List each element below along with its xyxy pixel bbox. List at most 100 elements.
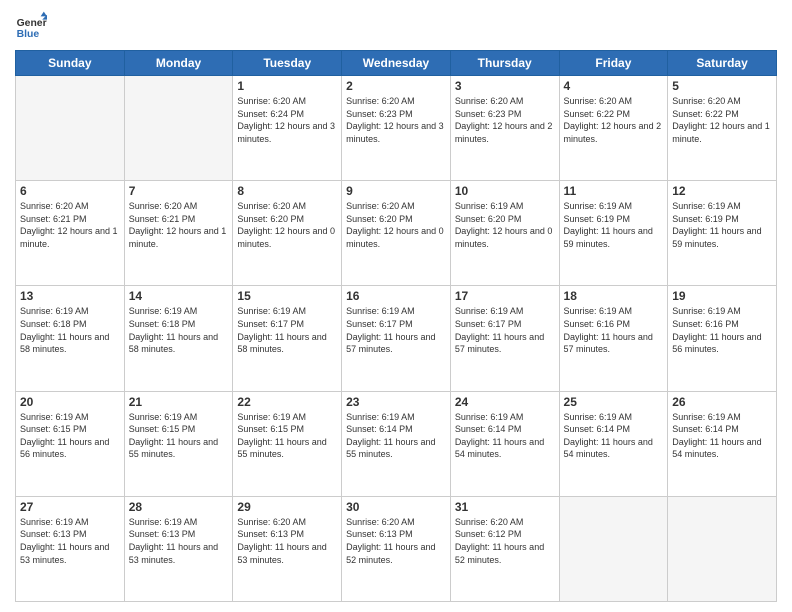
cell-sun-info: Sunrise: 6:19 AMSunset: 6:15 PMDaylight:… [20,411,120,461]
day-number: 11 [564,184,664,198]
day-number: 5 [672,79,772,93]
calendar-cell: 9 Sunrise: 6:20 AMSunset: 6:20 PMDaylight… [342,181,451,286]
calendar-cell: 20 Sunrise: 6:19 AMSunset: 6:15 PMDayligh… [16,391,125,496]
day-header-thursday: Thursday [450,51,559,76]
calendar-cell: 23 Sunrise: 6:19 AMSunset: 6:14 PMDayligh… [342,391,451,496]
cell-sun-info: Sunrise: 6:19 AMSunset: 6:15 PMDaylight:… [237,411,337,461]
day-header-friday: Friday [559,51,668,76]
day-number: 17 [455,289,555,303]
cell-sun-info: Sunrise: 6:20 AMSunset: 6:22 PMDaylight:… [672,95,772,145]
day-number: 1 [237,79,337,93]
calendar-cell: 4 Sunrise: 6:20 AMSunset: 6:22 PMDaylight… [559,76,668,181]
cell-sun-info: Sunrise: 6:19 AMSunset: 6:19 PMDaylight:… [564,200,664,250]
day-number: 7 [129,184,229,198]
day-header-monday: Monday [124,51,233,76]
calendar-cell: 8 Sunrise: 6:20 AMSunset: 6:20 PMDaylight… [233,181,342,286]
day-number: 23 [346,395,446,409]
calendar-week-row: 6Sunrise: 6:20 AMSunset: 6:21 PMDaylight… [16,181,777,286]
calendar-cell: 30 Sunrise: 6:20 AMSunset: 6:13 PMDayligh… [342,496,451,601]
calendar-cell: 21 Sunrise: 6:19 AMSunset: 6:15 PMDayligh… [124,391,233,496]
day-number: 21 [129,395,229,409]
calendar-cell: 29 Sunrise: 6:20 AMSunset: 6:13 PMDayligh… [233,496,342,601]
day-number: 16 [346,289,446,303]
calendar-table: SundayMondayTuesdayWednesdayThursdayFrid… [15,50,777,602]
cell-sun-info: Sunrise: 6:19 AMSunset: 6:14 PMDaylight:… [346,411,446,461]
calendar-cell: 19Sunrise: 6:19 AMSunset: 6:16 PMDayligh… [668,286,777,391]
cell-sun-info: Sunrise: 6:19 AMSunset: 6:17 PMDaylight:… [346,305,446,355]
cell-sun-info: Sunrise: 6:19 AMSunset: 6:17 PMDaylight:… [237,305,337,355]
cell-sun-info: Sunrise: 6:20 AMSunset: 6:13 PMDaylight:… [237,516,337,566]
calendar-cell [559,496,668,601]
day-number: 30 [346,500,446,514]
cell-sun-info: Sunrise: 6:20 AMSunset: 6:22 PMDaylight:… [564,95,664,145]
cell-sun-info: Sunrise: 6:19 AMSunset: 6:14 PMDaylight:… [672,411,772,461]
cell-sun-info: Sunrise: 6:19 AMSunset: 6:19 PMDaylight:… [672,200,772,250]
calendar-cell: 28Sunrise: 6:19 AMSunset: 6:13 PMDayligh… [124,496,233,601]
cell-sun-info: Sunrise: 6:20 AMSunset: 6:23 PMDaylight:… [455,95,555,145]
day-number: 3 [455,79,555,93]
cell-sun-info: Sunrise: 6:19 AMSunset: 6:18 PMDaylight:… [20,305,120,355]
day-number: 12 [672,184,772,198]
logo-icon: General Blue [15,10,47,42]
day-number: 24 [455,395,555,409]
svg-text:Blue: Blue [17,29,40,40]
calendar-cell [668,496,777,601]
day-number: 18 [564,289,664,303]
calendar-cell: 5 Sunrise: 6:20 AMSunset: 6:22 PMDaylight… [668,76,777,181]
day-number: 25 [564,395,664,409]
header: General Blue [15,10,777,42]
day-header-sunday: Sunday [16,51,125,76]
calendar-cell: 3 Sunrise: 6:20 AMSunset: 6:23 PMDaylight… [450,76,559,181]
cell-sun-info: Sunrise: 6:19 AMSunset: 6:20 PMDaylight:… [455,200,555,250]
cell-sun-info: Sunrise: 6:19 AMSunset: 6:16 PMDaylight:… [564,305,664,355]
svg-text:General: General [17,18,47,29]
day-header-wednesday: Wednesday [342,51,451,76]
calendar-week-row: 20 Sunrise: 6:19 AMSunset: 6:15 PMDayligh… [16,391,777,496]
day-number: 29 [237,500,337,514]
calendar-cell [16,76,125,181]
calendar-cell: 31 Sunrise: 6:20 AMSunset: 6:12 PMDayligh… [450,496,559,601]
calendar-cell: 6Sunrise: 6:20 AMSunset: 6:21 PMDaylight… [16,181,125,286]
day-number: 9 [346,184,446,198]
day-number: 19 [672,289,772,303]
calendar-cell: 10 Sunrise: 6:19 AMSunset: 6:20 PMDayligh… [450,181,559,286]
page: General Blue SundayMondayTuesdayWednesda… [0,0,792,612]
cell-sun-info: Sunrise: 6:19 AMSunset: 6:13 PMDaylight:… [20,516,120,566]
logo: General Blue [15,10,47,42]
cell-sun-info: Sunrise: 6:19 AMSunset: 6:14 PMDaylight:… [455,411,555,461]
calendar-week-row: 13Sunrise: 6:19 AMSunset: 6:18 PMDayligh… [16,286,777,391]
calendar-cell: 14Sunrise: 6:19 AMSunset: 6:18 PMDayligh… [124,286,233,391]
day-number: 20 [20,395,120,409]
day-number: 31 [455,500,555,514]
calendar-cell: 22 Sunrise: 6:19 AMSunset: 6:15 PMDayligh… [233,391,342,496]
cell-sun-info: Sunrise: 6:20 AMSunset: 6:20 PMDaylight:… [346,200,446,250]
cell-sun-info: Sunrise: 6:19 AMSunset: 6:18 PMDaylight:… [129,305,229,355]
cell-sun-info: Sunrise: 6:20 AMSunset: 6:20 PMDaylight:… [237,200,337,250]
calendar-cell: 1 Sunrise: 6:20 AMSunset: 6:24 PMDaylight… [233,76,342,181]
cell-sun-info: Sunrise: 6:20 AMSunset: 6:24 PMDaylight:… [237,95,337,145]
calendar-cell: 27 Sunrise: 6:19 AMSunset: 6:13 PMDayligh… [16,496,125,601]
cell-sun-info: Sunrise: 6:20 AMSunset: 6:21 PMDaylight:… [129,200,229,250]
calendar-cell: 25 Sunrise: 6:19 AMSunset: 6:14 PMDayligh… [559,391,668,496]
cell-sun-info: Sunrise: 6:20 AMSunset: 6:12 PMDaylight:… [455,516,555,566]
cell-sun-info: Sunrise: 6:19 AMSunset: 6:17 PMDaylight:… [455,305,555,355]
cell-sun-info: Sunrise: 6:20 AMSunset: 6:21 PMDaylight:… [20,200,120,250]
day-header-saturday: Saturday [668,51,777,76]
day-number: 22 [237,395,337,409]
day-header-tuesday: Tuesday [233,51,342,76]
cell-sun-info: Sunrise: 6:20 AMSunset: 6:23 PMDaylight:… [346,95,446,145]
calendar-cell: 24 Sunrise: 6:19 AMSunset: 6:14 PMDayligh… [450,391,559,496]
calendar-week-row: 27 Sunrise: 6:19 AMSunset: 6:13 PMDayligh… [16,496,777,601]
cell-sun-info: Sunrise: 6:20 AMSunset: 6:13 PMDaylight:… [346,516,446,566]
day-number: 27 [20,500,120,514]
calendar-cell [124,76,233,181]
day-number: 15 [237,289,337,303]
cell-sun-info: Sunrise: 6:19 AMSunset: 6:15 PMDaylight:… [129,411,229,461]
day-number: 8 [237,184,337,198]
day-number: 4 [564,79,664,93]
cell-sun-info: Sunrise: 6:19 AMSunset: 6:14 PMDaylight:… [564,411,664,461]
day-number: 10 [455,184,555,198]
calendar-cell: 16 Sunrise: 6:19 AMSunset: 6:17 PMDayligh… [342,286,451,391]
calendar-week-row: 1 Sunrise: 6:20 AMSunset: 6:24 PMDaylight… [16,76,777,181]
calendar-cell: 2Sunrise: 6:20 AMSunset: 6:23 PMDaylight… [342,76,451,181]
